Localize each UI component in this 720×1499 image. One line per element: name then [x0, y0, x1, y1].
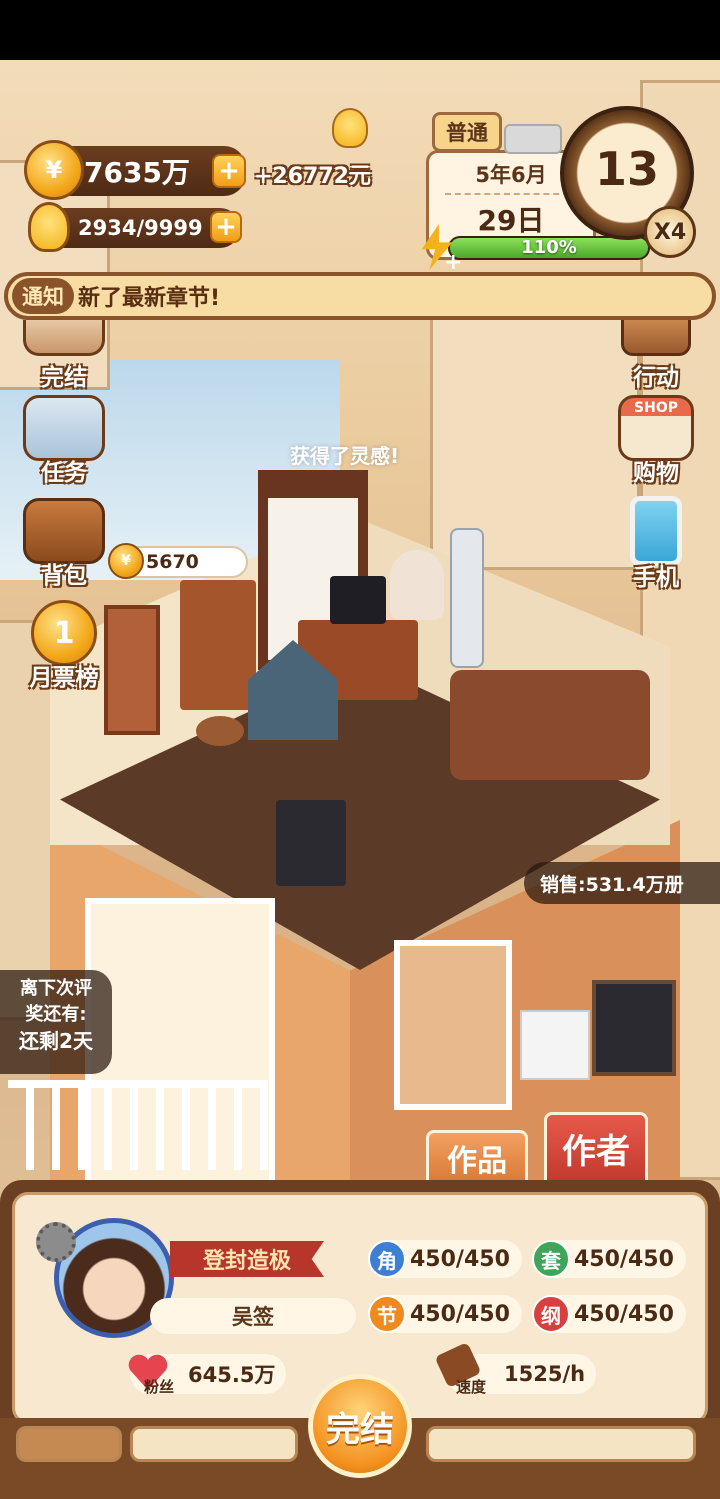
inspiration-amount: 2934/9999 — [78, 216, 203, 240]
award-timer: 离下次评 奖还有: 还剩2天 — [0, 970, 112, 1074]
inspiration-gained-text: 获得了灵感! — [290, 444, 400, 468]
speed-multiplier-button[interactable]: X4 — [644, 206, 696, 258]
tasks-menu-label: 任务 — [41, 460, 87, 486]
coin-bubble[interactable]: ¥ 5670 — [108, 543, 248, 579]
tasks-menu-button[interactable]: 任务 — [18, 395, 110, 487]
bottom-slot-3[interactable] — [426, 1426, 696, 1462]
bookshelf[interactable] — [180, 580, 256, 710]
phone-icon — [630, 496, 682, 566]
stat-routine-badge: 套 — [532, 1240, 570, 1278]
coin-icon: ¥ — [24, 140, 84, 200]
stat-outline: 纲 450/450 — [532, 1295, 686, 1333]
fans-label: 粉丝 — [144, 1378, 175, 1396]
award-timer-remaining: 还剩2天 — [19, 1029, 93, 1053]
calendar-divider — [445, 193, 569, 195]
add-coins-button[interactable]: + — [212, 154, 246, 188]
dog[interactable] — [196, 716, 244, 746]
backpack-menu-button[interactable]: 背包 — [18, 498, 110, 590]
book-icon — [23, 320, 105, 356]
gear-icon[interactable] — [36, 1222, 76, 1262]
tower-fan[interactable] — [450, 528, 484, 668]
stat-character-value: 450/450 — [410, 1246, 510, 1272]
award-timer-line2: 奖还有: — [25, 1004, 87, 1025]
coin-amount: 7635万 — [84, 156, 190, 189]
backpack-menu-label: 背包 — [41, 563, 87, 589]
stat-character: 角 450/450 — [368, 1240, 522, 1278]
difficulty-tab-alt[interactable] — [504, 124, 562, 154]
notice-tag: 通知 — [12, 278, 74, 314]
finish-button[interactable]: 完结 — [308, 1374, 412, 1478]
stat-character-badge: 角 — [368, 1240, 406, 1278]
bed[interactable] — [450, 670, 650, 780]
coin-income: +26772元 — [254, 164, 371, 189]
writer-character[interactable] — [390, 550, 444, 620]
fans-value: 645.5万 — [188, 1363, 276, 1387]
stat-rhythm-value: 450/450 — [410, 1301, 510, 1327]
door-icon — [621, 320, 691, 356]
ticket-coin-icon: 1 — [31, 600, 97, 666]
difficulty-tab[interactable]: 普通 — [432, 112, 502, 152]
sales-label: 销售: — [540, 873, 586, 896]
wall-tv — [592, 980, 676, 1076]
balcony-railing — [8, 1080, 268, 1170]
backpack-icon — [23, 498, 105, 564]
tab-works[interactable]: 作品 — [426, 1130, 528, 1186]
notice-bar: 通知 新了最新章节! — [4, 272, 716, 320]
monthly-rank-menu-button[interactable]: 1 月票榜 — [18, 600, 110, 692]
speed-value: 1525/h — [504, 1362, 586, 1386]
stat-outline-badge: 纲 — [532, 1295, 570, 1333]
inspiration-lightbulb-icon — [28, 202, 70, 252]
phone-menu-label: 手机 — [633, 565, 679, 591]
shop-sign: SHOP — [634, 400, 678, 416]
bubble-coin-icon: ¥ — [108, 543, 144, 579]
house-window-small — [394, 940, 512, 1110]
author-title-ribbon: 登封造极 — [170, 1241, 324, 1277]
energy-percent: 110% — [521, 237, 577, 258]
stat-rhythm: 节 450/450 — [368, 1295, 522, 1333]
coin-bubble-value: 5670 — [146, 551, 199, 573]
award-timer-line1: 离下次评 — [20, 978, 92, 999]
room-door[interactable] — [104, 605, 160, 735]
clock-hour: 13 — [594, 142, 659, 196]
sales-value: 531.4万册 — [585, 873, 684, 896]
air-conditioner — [520, 1010, 590, 1080]
finish-menu-button[interactable]: 完结 — [18, 320, 110, 392]
phone-menu-button[interactable]: 手机 — [610, 496, 702, 592]
notice-text: 新了最新章节! — [78, 286, 221, 311]
shop-menu-button[interactable]: SHOP 购物 — [610, 395, 702, 487]
computer-monitor[interactable] — [330, 576, 386, 624]
bottom-slot-1[interactable] — [16, 1426, 122, 1462]
clipboard-icon — [23, 395, 105, 461]
speed-label: 速度 — [456, 1378, 487, 1396]
action-menu-label: 行动 — [633, 365, 679, 391]
stat-routine: 套 450/450 — [532, 1240, 686, 1278]
tab-author[interactable]: 作者 — [544, 1112, 648, 1184]
add-inspiration-button[interactable]: + — [210, 211, 242, 243]
tv-screen — [276, 800, 346, 886]
monthly-rank-label: 月票榜 — [29, 665, 99, 691]
shop-icon: SHOP — [618, 395, 694, 461]
lightbulb-icon — [332, 108, 368, 148]
finish-menu-label: 完结 — [41, 365, 87, 391]
stat-outline-value: 450/450 — [574, 1301, 674, 1327]
bottom-slot-2[interactable] — [130, 1426, 298, 1462]
stat-rhythm-badge: 节 — [368, 1295, 406, 1333]
stat-routine-value: 450/450 — [574, 1246, 674, 1272]
action-menu-button[interactable]: 行动 — [610, 320, 702, 392]
sales-info: 销售: 531.4万册 — [524, 862, 720, 904]
author-name: 吴签 — [150, 1298, 356, 1334]
